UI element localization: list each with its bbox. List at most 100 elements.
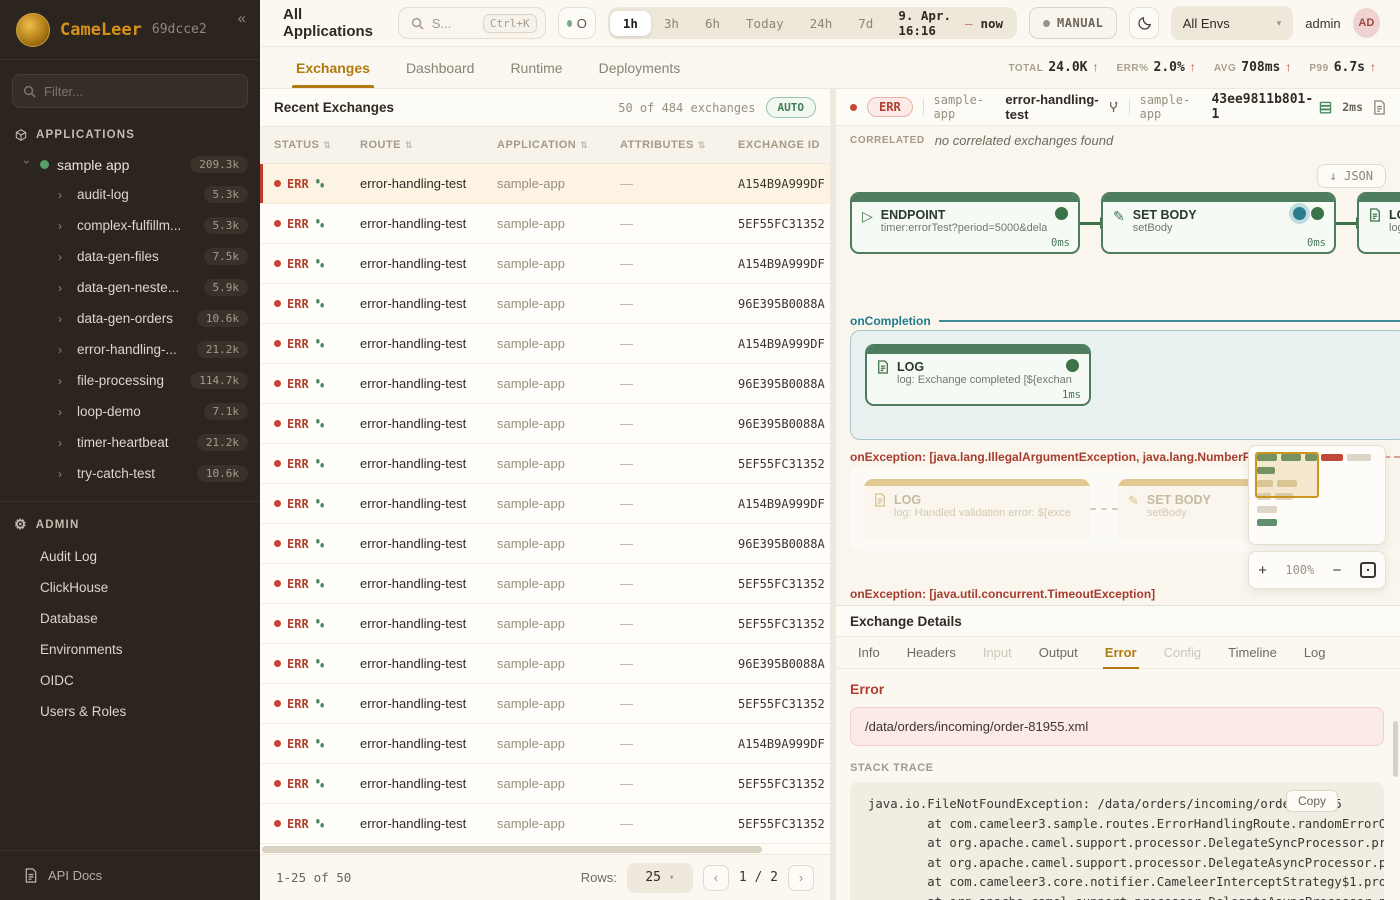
sidebar-admin-item[interactable]: Users & Roles — [0, 696, 260, 727]
sidebar-route-item[interactable]: › try-catch-test 10.6k — [0, 458, 260, 489]
detail-tab[interactable]: Timeline — [1228, 637, 1277, 668]
download-json-button[interactable]: ↓ JSON — [1317, 164, 1386, 188]
table-row[interactable]: ERR error-handling-test sample-app — A15… — [260, 324, 830, 364]
table-row[interactable]: ERR error-handling-test sample-app — 5EF… — [260, 444, 830, 484]
sort-icon[interactable]: ⇅ — [580, 140, 588, 151]
scrollbar-thumb[interactable] — [262, 846, 762, 853]
sidebar-route-item[interactable]: › data-gen-neste... 5.9k — [0, 272, 260, 303]
column-header-exchange-id[interactable]: EXCHANGE ID — [738, 139, 830, 151]
table-row[interactable]: ERR error-handling-test sample-app — 5EF… — [260, 684, 830, 724]
sidebar-route-item[interactable]: › error-handling-... 21.2k — [0, 334, 260, 365]
sidebar-route-item[interactable]: › timer-heartbeat 21.2k — [0, 427, 260, 458]
sidebar-route-item[interactable]: › file-processing 114.7k — [0, 365, 260, 396]
sidebar-admin-item[interactable]: Audit Log — [0, 541, 260, 572]
chevron-right-icon[interactable]: › — [58, 219, 68, 233]
chevron-right-icon[interactable]: › — [58, 374, 68, 388]
minimap-viewport[interactable] — [1255, 452, 1319, 498]
detail-route-name[interactable]: error-handling-test — [1005, 92, 1118, 122]
detail-tab[interactable]: Headers — [907, 637, 956, 668]
sort-icon[interactable]: ⇅ — [323, 140, 331, 151]
filter-input[interactable]: Filter... — [12, 74, 248, 108]
sort-icon[interactable]: ⇅ — [698, 140, 706, 151]
flow-node-set-body[interactable]: ✎ SET BODY setBody 0ms — [1101, 192, 1336, 254]
table-row[interactable]: ERR error-handling-test sample-app — A15… — [260, 484, 830, 524]
environment-select[interactable]: All Envs ▾ — [1171, 6, 1293, 40]
dark-mode-toggle[interactable] — [1129, 7, 1158, 39]
exchange-id[interactable]: 43ee9811b801-1 — [1211, 92, 1332, 122]
time-range-button[interactable]: 1h — [610, 11, 651, 36]
table-row[interactable]: ERR error-handling-test sample-app — 5EF… — [260, 804, 830, 844]
diagram-minimap[interactable] — [1248, 445, 1386, 545]
table-row[interactable]: ERR error-handling-test sample-app — 5EF… — [260, 604, 830, 644]
table-row[interactable]: ERR error-handling-test sample-app — 96E… — [260, 644, 830, 684]
copy-button[interactable]: Copy — [1286, 790, 1338, 812]
table-row[interactable]: ERR error-handling-test sample-app — 96E… — [260, 284, 830, 324]
manual-refresh-toggle[interactable]: MANUAL — [1029, 7, 1117, 39]
zoom-fit-button[interactable] — [1360, 562, 1376, 578]
date-range[interactable]: 9. Apr. 16:16 – now — [886, 8, 1015, 38]
next-page-button[interactable]: › — [788, 865, 814, 891]
flow-node-endpoint[interactable]: ▷ ENDPOINT timer:errorTest?period=5000&d… — [850, 192, 1080, 254]
chevron-right-icon[interactable]: › — [58, 250, 68, 264]
time-range-button[interactable]: 6h — [692, 11, 733, 36]
column-header-attributes[interactable]: ATTRIBUTES⇅ — [620, 139, 738, 151]
document-icon[interactable] — [1373, 100, 1386, 115]
nav-tab[interactable]: Dashboard — [406, 47, 475, 88]
sidebar-admin-item[interactable]: Database — [0, 603, 260, 634]
horizontal-scrollbar[interactable] — [260, 845, 830, 854]
chevron-right-icon[interactable]: › — [58, 405, 68, 419]
live-status-pill[interactable]: O — [558, 7, 596, 39]
chevron-right-icon[interactable]: › — [58, 281, 68, 295]
nav-tab[interactable]: Deployments — [599, 47, 681, 88]
detail-tab[interactable]: Error — [1105, 637, 1137, 668]
table-row[interactable]: ERR error-handling-test sample-app — 5EF… — [260, 564, 830, 604]
time-range-button[interactable]: 7d — [845, 11, 886, 36]
prev-page-button[interactable]: ‹ — [703, 865, 729, 891]
sidebar-collapse-button[interactable]: « — [238, 10, 246, 27]
chevron-right-icon[interactable]: › — [58, 436, 68, 450]
sidebar-admin-item[interactable]: Environments — [0, 634, 260, 665]
sidebar-route-item[interactable]: › data-gen-orders 10.6k — [0, 303, 260, 334]
table-row[interactable]: ERR error-handling-test sample-app — 5EF… — [260, 204, 830, 244]
time-range-button[interactable]: 3h — [651, 11, 692, 36]
api-docs-link[interactable]: API Docs — [0, 850, 260, 900]
flow-node-completion-log[interactable]: LOG log: Exchange completed [${exchan 1m… — [865, 344, 1091, 406]
time-range-button[interactable]: Today — [733, 11, 797, 36]
nav-tab[interactable]: Runtime — [510, 47, 562, 88]
sidebar-route-item[interactable]: › data-gen-files 7.5k — [0, 241, 260, 272]
detail-tab[interactable]: Config — [1164, 637, 1202, 668]
global-search-input[interactable]: S... Ctrl+K — [398, 7, 546, 39]
vertical-scrollbar-thumb[interactable] — [1393, 721, 1398, 777]
stack-trace-box[interactable]: java.io.FileNotFoundException: /data/ord… — [850, 782, 1384, 900]
time-range-button[interactable]: 24h — [797, 11, 846, 36]
detail-tab[interactable]: Input — [983, 637, 1012, 668]
table-row[interactable]: ERR error-handling-test sample-app — 96E… — [260, 364, 830, 404]
chevron-down-icon[interactable]: › — [20, 160, 34, 170]
flow-node-exception-log[interactable]: LOG log: Handled validation error: ${exc… — [864, 479, 1090, 539]
sidebar-route-item[interactable]: › audit-log 5.3k — [0, 179, 260, 210]
table-row[interactable]: ERR error-handling-test sample-app — 96E… — [260, 404, 830, 444]
table-row[interactable]: ERR error-handling-test sample-app — A15… — [260, 244, 830, 284]
zoom-in-button[interactable]: + — [1258, 562, 1267, 579]
nav-tab[interactable]: Exchanges — [296, 47, 370, 88]
chevron-right-icon[interactable]: › — [58, 343, 68, 357]
route-flow-diagram[interactable]: ↓ JSON ▷ ENDPOINT timer:errorTest?period… — [836, 154, 1400, 605]
avatar[interactable]: AD — [1353, 8, 1380, 38]
sidebar-route-item[interactable]: › loop-demo 7.1k — [0, 396, 260, 427]
column-header-application[interactable]: APPLICATION⇅ — [497, 139, 620, 151]
column-header-status[interactable]: STATUS⇅ — [274, 139, 360, 151]
chevron-right-icon[interactable]: › — [58, 312, 68, 326]
flow-node-log[interactable]: LOG log: Sta — [1357, 192, 1400, 254]
table-row[interactable]: ERR error-handling-test sample-app — A15… — [260, 164, 830, 204]
detail-tab[interactable]: Log — [1304, 637, 1326, 668]
detail-tab[interactable]: Info — [858, 637, 880, 668]
sidebar-item-sample-app[interactable]: › sample app 209.3k — [0, 150, 260, 179]
table-row[interactable]: ERR error-handling-test sample-app — A15… — [260, 724, 830, 764]
sort-icon[interactable]: ⇅ — [405, 140, 413, 151]
breakpoint-dot-icon[interactable] — [1293, 207, 1306, 220]
auto-refresh-badge[interactable]: AUTO — [766, 97, 817, 118]
chevron-right-icon[interactable]: › — [58, 188, 68, 202]
table-row[interactable]: ERR error-handling-test sample-app — 5EF… — [260, 764, 830, 804]
zoom-out-button[interactable]: − — [1333, 562, 1342, 579]
sidebar-admin-item[interactable]: OIDC — [0, 665, 260, 696]
